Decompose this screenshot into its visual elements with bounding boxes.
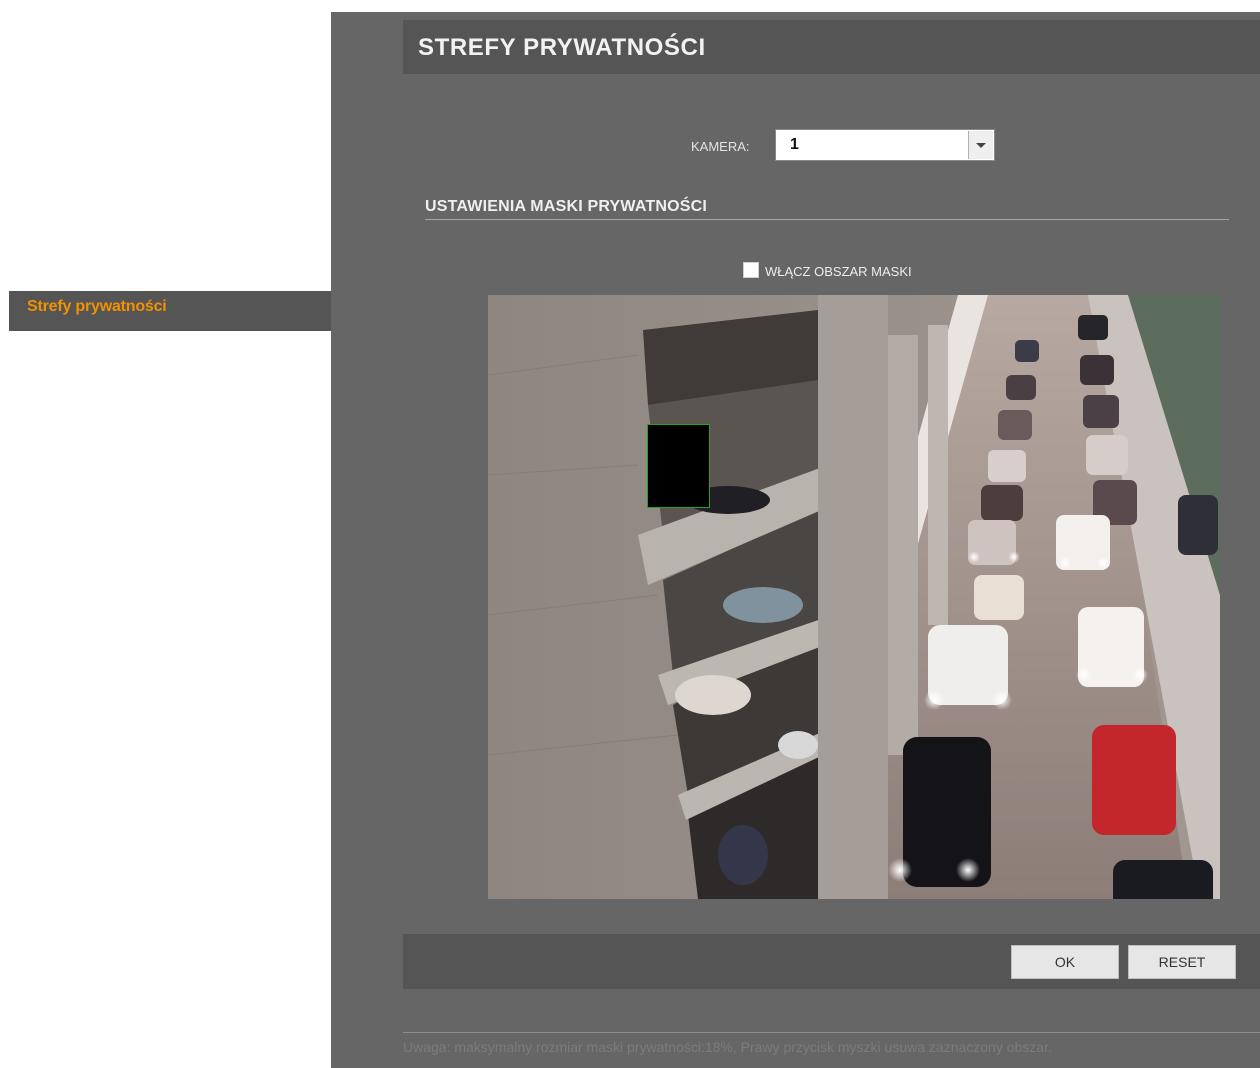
- section-title: USTAWIENIA MASKI PRYWATNOŚCI: [425, 198, 708, 215]
- sidebar-item-label: Strefy prywatności: [27, 298, 167, 315]
- note-divider: [403, 1032, 1260, 1033]
- ok-button[interactable]: OK: [1011, 945, 1119, 979]
- note-text: Uwaga: maksymalny rozmiar maski prywatno…: [403, 1039, 1052, 1055]
- page-title: STREFY PRYWATNOŚCI: [403, 20, 1260, 74]
- camera-select[interactable]: 1: [775, 129, 995, 161]
- camera-feed-image: [488, 295, 1220, 899]
- section-divider: [425, 219, 1229, 220]
- privacy-mask-zone[interactable]: [647, 424, 710, 508]
- reset-button[interactable]: RESET: [1128, 945, 1236, 979]
- camera-preview[interactable]: [488, 295, 1220, 899]
- camera-label: KAMERA:: [691, 139, 750, 154]
- chevron-down-icon[interactable]: [968, 131, 993, 159]
- camera-select-value: 1: [790, 136, 799, 153]
- sidebar-item-privacy-zones[interactable]: Strefy prywatności: [9, 291, 331, 331]
- main-panel: STREFY PRYWATNOŚCI KAMERA: 1 USTAWIENIA …: [331, 12, 1260, 1068]
- mask-enable-label: WŁĄCZ OBSZAR MASKI: [765, 264, 912, 279]
- mask-enable-checkbox[interactable]: [743, 262, 759, 278]
- action-bar: OK RESET: [403, 934, 1260, 989]
